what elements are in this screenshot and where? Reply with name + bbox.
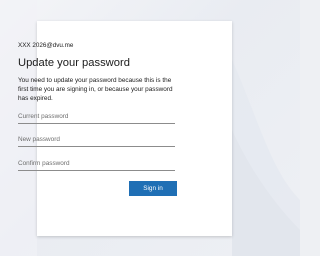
update-password-card — [37, 21, 232, 236]
new-password-input[interactable] — [18, 134, 175, 147]
page-title: Update your password — [18, 57, 130, 69]
instruction-text: You need to update your password because… — [18, 77, 173, 102]
current-password-input[interactable] — [18, 111, 175, 124]
confirm-password-input[interactable] — [18, 158, 175, 171]
sign-in-button[interactable]: Sign in — [129, 181, 177, 196]
account-email: XXX 2026@dvu.me — [18, 42, 74, 49]
